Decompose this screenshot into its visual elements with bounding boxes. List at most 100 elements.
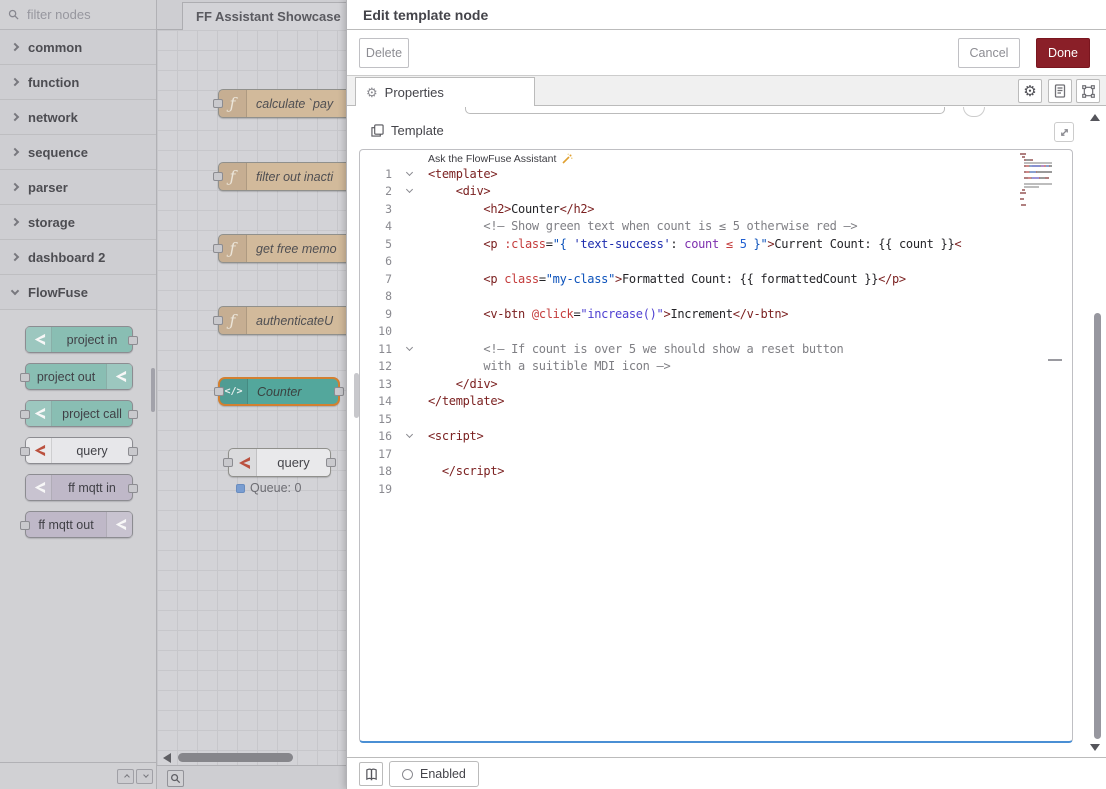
line-number: 4: [360, 219, 400, 233]
code-line[interactable]: 5 <p :class="{ 'text-success': count ≤ 5…: [360, 235, 1020, 253]
code-lines[interactable]: 1<template>2 <div>3 <h2>Counter</h2>4 <!…: [360, 165, 1020, 498]
palette-collapse-button[interactable]: [117, 769, 134, 784]
done-button[interactable]: Done: [1036, 38, 1090, 68]
flow-node-get-free-memo[interactable]: ƒget free memo: [218, 234, 346, 263]
flow-node-query[interactable]: query: [228, 448, 331, 477]
node-port[interactable]: [214, 387, 224, 396]
flowfuse-icon: [26, 475, 52, 500]
fold-toggle[interactable]: [400, 435, 416, 437]
code-line[interactable]: 1<template>: [360, 165, 1020, 183]
palette-node-ff-mqtt-in[interactable]: ff mqtt in: [25, 474, 133, 501]
flow-node-filter-out-inacti[interactable]: ƒfilter out inacti: [218, 162, 346, 191]
form-scrollbar-thumb[interactable]: [1094, 313, 1101, 739]
palette-scrollbar[interactable]: [151, 368, 155, 412]
palette-node-project-out[interactable]: project out: [25, 363, 133, 390]
node-port[interactable]: [20, 447, 30, 456]
code-line[interactable]: 19: [360, 480, 1020, 498]
code-line[interactable]: 6: [360, 253, 1020, 271]
palette-node-query[interactable]: query: [25, 437, 133, 464]
hscroll-thumb[interactable]: [178, 753, 293, 762]
node-description-button[interactable]: [1048, 79, 1072, 103]
editor-minimap[interactable]: [1020, 153, 1052, 210]
node-port[interactable]: [128, 410, 138, 419]
code-line[interactable]: 2 <div>: [360, 183, 1020, 201]
tab-ff-assistant-showcase[interactable]: FF Assistant Showcase: [182, 2, 346, 30]
fold-toggle[interactable]: [400, 348, 416, 350]
code-line[interactable]: 11 <!— If count is over 5 we should show…: [360, 340, 1020, 358]
chevron-right-icon: [11, 148, 19, 156]
minimap-line: [1020, 171, 1052, 173]
code-line[interactable]: 7 <p class="my-class">Formatted Count: {…: [360, 270, 1020, 288]
code-line[interactable]: 14</template>: [360, 393, 1020, 411]
workspace-zoom-button[interactable]: [167, 770, 184, 787]
code-editor[interactable]: Ask the FlowFuse Assistant 1<template>2 …: [359, 149, 1073, 743]
palette-category-network[interactable]: network: [0, 100, 156, 135]
palette-node-label: ff mqtt in: [52, 481, 132, 495]
scroll-up-arrow[interactable]: [1090, 114, 1100, 121]
code-line[interactable]: 3 <h2>Counter</h2>: [360, 200, 1020, 218]
code-line[interactable]: 9 <v-btn @click="increase()">Increment</…: [360, 305, 1020, 323]
palette-category-sequence[interactable]: sequence: [0, 135, 156, 170]
flow-node-calculate-pay[interactable]: ƒcalculate `pay: [218, 89, 346, 118]
code-line[interactable]: 13 </div>: [360, 375, 1020, 393]
code-line[interactable]: 8: [360, 288, 1020, 306]
node-appearance-button[interactable]: [1076, 79, 1100, 103]
partial-round-button[interactable]: [963, 107, 985, 117]
edit-tray: Edit template node Delete Cancel Done ⚙ …: [346, 0, 1106, 789]
name-input-partial[interactable]: [465, 107, 945, 114]
palette-category-label: common: [28, 40, 82, 55]
node-status: Queue: 0: [236, 481, 301, 495]
code-text: <!— Show green text when count is ≤ 5 ot…: [416, 219, 857, 233]
palette-category-parser[interactable]: parser: [0, 170, 156, 205]
node-port[interactable]: [213, 244, 223, 253]
palette-category-storage[interactable]: storage: [0, 205, 156, 240]
node-port[interactable]: [128, 336, 138, 345]
node-port[interactable]: [20, 521, 30, 530]
node-port[interactable]: [20, 373, 30, 382]
node-settings-button[interactable]: ⚙: [1018, 79, 1042, 103]
code-line[interactable]: 12 with a suitible MDI icon —>: [360, 358, 1020, 376]
node-port[interactable]: [128, 447, 138, 456]
node-port[interactable]: [334, 387, 344, 396]
code-line[interactable]: 15: [360, 410, 1020, 428]
palette-search[interactable]: [0, 0, 156, 30]
palette-node-project-call[interactable]: project call: [25, 400, 133, 427]
code-line[interactable]: 17: [360, 445, 1020, 463]
code-line[interactable]: 16<script>: [360, 428, 1020, 446]
fold-toggle[interactable]: [400, 190, 416, 192]
filter-nodes-input[interactable]: [25, 6, 135, 23]
node-port[interactable]: [326, 458, 336, 467]
line-number: 14: [360, 394, 400, 408]
flow-workspace[interactable]: FF Assistant Showcase ƒcalculate `pay ƒfi…: [157, 0, 346, 789]
hscroll-left-arrow[interactable]: [163, 753, 171, 763]
enabled-toggle-button[interactable]: Enabled: [389, 761, 479, 787]
palette-node-ff-mqtt-out[interactable]: ff mqtt out: [25, 511, 133, 538]
code-line[interactable]: 18 </script>: [360, 463, 1020, 481]
assistant-placeholder-row[interactable]: Ask the FlowFuse Assistant: [428, 152, 573, 165]
palette-category-dashboard-2[interactable]: dashboard 2: [0, 240, 156, 275]
node-port[interactable]: [213, 316, 223, 325]
palette-node-project-in[interactable]: project in: [25, 326, 133, 353]
palette-expand-button[interactable]: [136, 769, 153, 784]
node-port[interactable]: [128, 484, 138, 493]
palette-category-function[interactable]: function: [0, 65, 156, 100]
flow-node-authenticateu[interactable]: ƒauthenticateU: [218, 306, 346, 335]
cancel-button[interactable]: Cancel: [958, 38, 1020, 68]
docs-button[interactable]: [359, 762, 383, 786]
line-number: 3: [360, 202, 400, 216]
node-port[interactable]: [213, 99, 223, 108]
node-port[interactable]: [223, 458, 233, 467]
palette-category-common[interactable]: common: [0, 30, 156, 65]
fold-toggle[interactable]: [400, 173, 416, 175]
palette-category-flowfuse[interactable]: FlowFuse: [0, 275, 156, 310]
flow-node-counter[interactable]: </>Counter: [218, 377, 340, 406]
scroll-down-arrow[interactable]: [1090, 744, 1100, 751]
node-port[interactable]: [20, 410, 30, 419]
tab-properties[interactable]: ⚙ Properties: [355, 77, 535, 106]
node-port[interactable]: [213, 172, 223, 181]
delete-button[interactable]: Delete: [359, 38, 409, 68]
editor-expand-button[interactable]: [1054, 122, 1074, 142]
code-line[interactable]: 4 <!— Show green text when count is ≤ 5 …: [360, 218, 1020, 236]
code-line[interactable]: 10: [360, 323, 1020, 341]
line-number: 7: [360, 272, 400, 286]
